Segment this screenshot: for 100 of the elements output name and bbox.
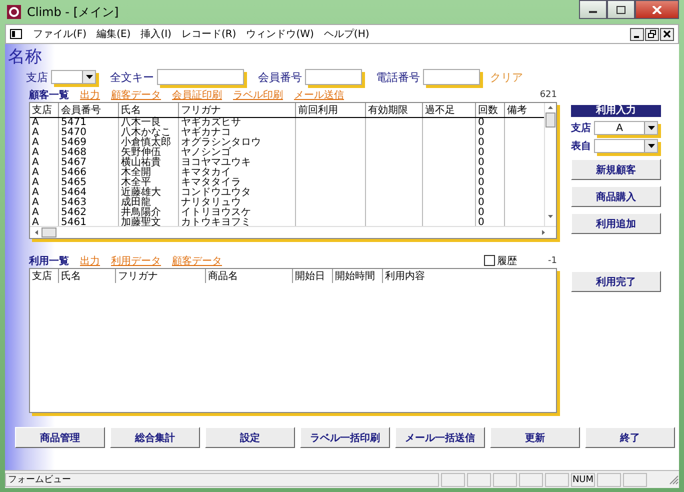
action-button[interactable]: 総合集計: [110, 427, 200, 448]
table-cell: 横山祐貴: [118, 158, 178, 168]
document-icon: [10, 29, 22, 39]
field-label: 会員番号: [258, 70, 302, 84]
table-cell: A: [30, 128, 58, 138]
column-header[interactable]: 備考: [504, 103, 544, 118]
table-cell: 0: [476, 128, 504, 138]
horizontal-scrollbar[interactable]: [30, 226, 556, 238]
resize-grip-icon: [669, 474, 679, 484]
table-cell: 0: [476, 218, 504, 226]
action-button[interactable]: 利用追加: [571, 213, 661, 234]
table-cell: 八木かなこ: [118, 128, 178, 138]
input-field[interactable]: [305, 69, 362, 85]
action-button[interactable]: ラベル一括印刷: [300, 427, 390, 448]
column-header[interactable]: 開始時間: [332, 269, 382, 283]
field-label: 表自: [571, 140, 591, 153]
table-cell: A: [30, 168, 58, 178]
action-button[interactable]: 商品管理: [15, 427, 105, 448]
branch-dropdown[interactable]: [51, 70, 96, 84]
form-title: 名称: [7, 46, 43, 67]
table-cell: 木全平: [118, 178, 178, 188]
column-header[interactable]: 前回利用: [296, 103, 366, 118]
close-icon: [663, 30, 671, 38]
table-cell: 5461: [58, 218, 118, 226]
menu-item[interactable]: ウィンドウ(W): [241, 27, 319, 41]
restore-button[interactable]: [645, 28, 659, 40]
table-cell: 0: [476, 208, 504, 218]
action-button[interactable]: 商品購入: [571, 186, 661, 207]
column-header[interactable]: 会員番号: [58, 103, 118, 118]
minimize-button[interactable]: [630, 28, 644, 40]
table-cell: 0: [476, 158, 504, 168]
column-header[interactable]: 有効期限: [366, 103, 422, 118]
table-cell: 5462: [58, 208, 118, 218]
table-cell: 5470: [58, 128, 118, 138]
combo-value: A: [615, 122, 624, 134]
section-title: 顧客一覧: [29, 88, 69, 102]
field-label: 支店: [26, 70, 48, 84]
maximize-icon: [616, 6, 626, 14]
close-button[interactable]: [660, 28, 674, 40]
status-text: フォームビュー: [5, 472, 439, 486]
table-cell: 加藤聖文: [118, 218, 178, 226]
column-header[interactable]: 開始日: [292, 269, 332, 283]
close-button[interactable]: [635, 0, 679, 19]
field-label: 電話番号: [376, 70, 420, 84]
checkbox-label: 履歴: [497, 254, 518, 268]
dropdown-field[interactable]: [594, 139, 658, 153]
column-header[interactable]: 商品名: [206, 269, 292, 283]
column-header[interactable]: フリガナ: [178, 103, 296, 118]
close-icon: [652, 6, 662, 14]
menu-item[interactable]: 編集(E): [92, 27, 136, 41]
column-header[interactable]: 過不足: [422, 103, 476, 118]
panel-title: 利用入力: [571, 105, 661, 117]
column-header[interactable]: 氏名: [118, 103, 178, 118]
restore-icon: [648, 30, 656, 38]
action-button[interactable]: 新規顧客: [571, 159, 661, 180]
table-cell: キマタカイ: [178, 168, 296, 178]
table-cell: 0: [476, 148, 504, 158]
table-cell: ヤノシンゴ: [178, 148, 296, 158]
maximize-button[interactable]: [607, 0, 635, 19]
menu-item[interactable]: ヘルプ(H): [318, 27, 374, 41]
table-cell: A: [30, 218, 58, 226]
action-button[interactable]: 設定: [205, 427, 295, 448]
section-title: 利用一覧: [29, 254, 69, 268]
column-header[interactable]: 支店: [30, 103, 58, 118]
minimize-button[interactable]: [579, 0, 607, 19]
table-cell: 5463: [58, 198, 118, 208]
column-header[interactable]: 氏名: [58, 269, 116, 283]
table-cell: ヤギカナコ: [178, 128, 296, 138]
table-cell: 0: [476, 178, 504, 188]
status-indicator: NUM: [571, 472, 595, 486]
input-field[interactable]: [157, 69, 244, 85]
column-header[interactable]: 回数: [476, 103, 504, 118]
table-cell: 5467: [58, 158, 118, 168]
column-header[interactable]: フリガナ: [116, 269, 206, 283]
table-cell: A: [30, 208, 58, 218]
column-header[interactable]: 支店: [30, 269, 58, 283]
vertical-scrollbar[interactable]: [544, 103, 556, 226]
table-cell: 八木一良: [118, 118, 178, 128]
table-cell: 成田龍: [118, 198, 178, 208]
window-title: Climb - [メイン]: [27, 4, 119, 20]
column-header[interactable]: 利用内容: [382, 269, 507, 283]
action-button[interactable]: 終了: [585, 427, 675, 448]
table-cell: 5464: [58, 188, 118, 198]
menu-item[interactable]: 挿入(I): [136, 27, 176, 41]
table-cell: コンドウユウタ: [178, 188, 296, 198]
menu-item[interactable]: ファイル(F): [28, 27, 92, 41]
action-button[interactable]: 利用完了: [571, 271, 661, 292]
table-cell: A: [30, 178, 58, 188]
table-cell: 5465: [58, 178, 118, 188]
table-cell: 0: [476, 188, 504, 198]
table-cell: 0: [476, 168, 504, 178]
menu-item[interactable]: レコード(R): [176, 27, 242, 41]
history-checkbox[interactable]: [484, 255, 496, 266]
action-button[interactable]: メール一括送信: [395, 427, 485, 448]
action-button[interactable]: 更新: [490, 427, 580, 448]
app-icon: [7, 5, 21, 19]
input-field[interactable]: [423, 69, 480, 85]
table-cell: ナリタリュウ: [178, 198, 296, 208]
dropdown-field[interactable]: A: [594, 121, 658, 135]
table-cell: 小倉慎太郎: [118, 138, 178, 148]
